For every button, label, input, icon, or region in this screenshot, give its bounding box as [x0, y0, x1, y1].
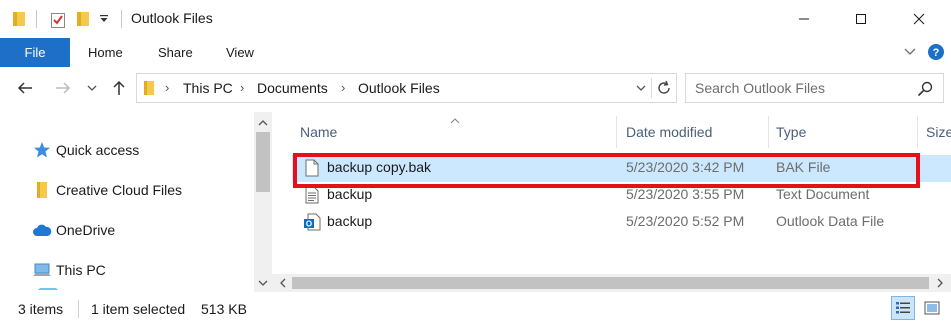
large-icons-view-icon — [924, 301, 940, 315]
scroll-left-icon[interactable] — [274, 274, 292, 292]
breadcrumb-separator: › — [341, 80, 346, 95]
column-divider[interactable] — [917, 116, 918, 148]
details-view-button[interactable] — [891, 296, 915, 320]
column-divider[interactable] — [616, 116, 617, 148]
search-input[interactable]: Search Outlook Files — [695, 80, 825, 96]
sort-ascending-icon — [450, 112, 460, 128]
scroll-down-icon[interactable] — [254, 274, 272, 292]
nav-item-this-pc[interactable]: This PC — [32, 258, 106, 282]
window-title: Outlook Files — [131, 10, 213, 26]
outlook-data-icon: O — [302, 212, 322, 232]
star-icon — [32, 140, 52, 160]
up-button[interactable] — [108, 76, 130, 100]
chevron-down-icon — [636, 85, 646, 91]
scroll-thumb[interactable] — [256, 132, 270, 192]
scroll-thumb[interactable] — [292, 277, 929, 289]
forward-button[interactable] — [52, 76, 74, 100]
highlight-box — [293, 153, 920, 188]
recent-locations-button[interactable] — [84, 76, 100, 100]
nav-item-label: OneDrive — [56, 222, 116, 238]
minimize-icon — [799, 18, 809, 20]
svg-text:O: O — [306, 220, 312, 229]
search-box[interactable]: Search Outlook Files — [685, 73, 944, 103]
ribbon — [0, 38, 951, 67]
tab-share[interactable]: Share — [158, 38, 193, 67]
nav-item-label: Quick access — [56, 142, 140, 158]
up-arrow-icon — [113, 80, 125, 95]
nav-item-onedrive[interactable]: OneDrive — [32, 218, 115, 242]
status-divider — [78, 300, 79, 318]
maximize-icon — [856, 14, 866, 24]
column-divider[interactable] — [768, 116, 769, 148]
item-count: 3 items — [18, 301, 64, 317]
close-button[interactable] — [896, 0, 942, 38]
search-icon[interactable] — [917, 81, 933, 100]
breadcrumb-separator: › — [240, 80, 245, 95]
nav-pane-scrollbar[interactable] — [254, 112, 272, 292]
folder-icon — [32, 180, 52, 200]
selection-count: 1 item selected — [91, 301, 186, 317]
address-bar[interactable]: › This PC › Documents › Outlook Files — [136, 73, 677, 103]
scroll-up-icon[interactable] — [254, 114, 272, 132]
folder-icon — [143, 80, 155, 99]
file-list-hscrollbar[interactable] — [272, 274, 951, 292]
cloud-icon — [32, 220, 52, 240]
back-arrow-icon — [17, 82, 32, 94]
computer-icon — [32, 260, 52, 280]
column-header-type[interactable]: Type — [776, 120, 806, 144]
file-name: backup — [327, 213, 373, 229]
text-file-icon — [302, 185, 322, 205]
breadcrumb-separator: › — [165, 80, 170, 95]
breadcrumb-this-pc[interactable]: This PC — [183, 80, 233, 96]
file-list: Name Date modified Type Size backup copy… — [272, 112, 951, 292]
column-header-date-modified[interactable]: Date modified — [626, 120, 712, 144]
address-history-button[interactable] — [629, 74, 653, 102]
navigation-pane: Quick access Creative Cloud Files OneDri… — [0, 112, 254, 290]
tab-file[interactable]: File — [0, 38, 70, 67]
help-icon[interactable]: ? — [927, 42, 945, 62]
breadcrumb-documents[interactable]: Documents — [257, 80, 328, 96]
tab-home[interactable]: Home — [88, 38, 123, 67]
refresh-button[interactable] — [652, 74, 676, 102]
toolbar-divider — [36, 10, 37, 28]
nav-item-quick-access[interactable]: Quick access — [32, 138, 139, 162]
expand-ribbon-icon[interactable] — [902, 42, 918, 62]
scroll-right-icon[interactable] — [931, 274, 949, 292]
svg-text:?: ? — [933, 47, 940, 59]
properties-icon[interactable] — [48, 10, 68, 30]
column-header-size[interactable]: Size — [926, 120, 951, 144]
title-bar: Outlook Files — [0, 0, 951, 38]
nav-item-label: This PC — [56, 262, 106, 278]
partial-nav-icon — [38, 288, 58, 290]
maximize-button[interactable] — [838, 0, 884, 38]
table-row[interactable]: O backup 5/23/2020 5:52 PM Outlook Data … — [292, 209, 951, 236]
nav-item-creative-cloud-files[interactable]: Creative Cloud Files — [32, 178, 182, 202]
refresh-icon — [658, 80, 670, 94]
file-name: backup — [327, 186, 373, 202]
chevron-down-icon — [87, 85, 97, 91]
file-type: Outlook Data File — [776, 213, 885, 229]
toolbar-divider — [121, 10, 122, 28]
back-button[interactable] — [14, 76, 36, 100]
tab-view[interactable]: View — [226, 38, 254, 67]
file-date-modified: 5/23/2020 5:52 PM — [626, 213, 745, 229]
selection-size: 513 KB — [201, 301, 247, 317]
details-view-icon — [896, 302, 910, 314]
close-icon — [913, 13, 925, 25]
breadcrumb-outlook-files[interactable]: Outlook Files — [358, 80, 440, 96]
status-bar: 3 items 1 item selected 513 KB — [0, 292, 951, 324]
file-date-modified: 5/23/2020 3:55 PM — [626, 186, 745, 202]
new-folder-icon[interactable] — [74, 10, 92, 28]
minimize-button[interactable] — [781, 0, 827, 38]
column-header-name[interactable]: Name — [300, 120, 337, 144]
large-icons-view-button[interactable] — [920, 296, 944, 320]
folder-icon — [10, 10, 28, 28]
customize-toolbar-icon[interactable] — [96, 10, 112, 28]
file-type: Text Document — [776, 186, 870, 202]
nav-item-label: Creative Cloud Files — [56, 182, 183, 198]
forward-arrow-icon — [56, 82, 71, 94]
